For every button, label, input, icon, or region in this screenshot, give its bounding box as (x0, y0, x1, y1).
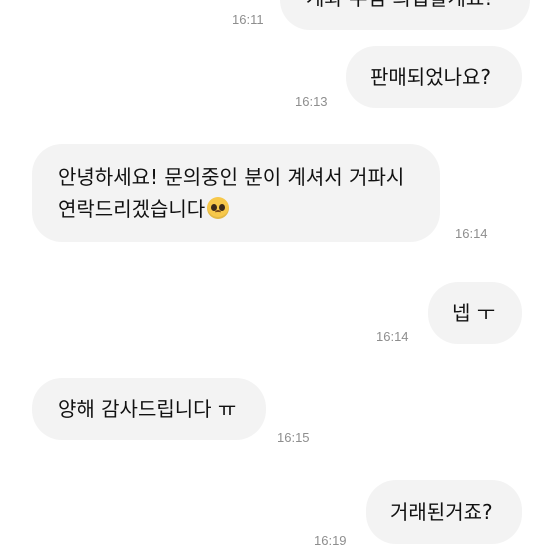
message-bubble-sent[interactable]: 판매되었나요? (346, 46, 522, 108)
message-text: 거래된거죠? (390, 500, 493, 524)
message-timestamp: 16:14 (376, 329, 409, 344)
message-text: 넵 ㅜ (452, 301, 496, 325)
message-text-line: 안녕하세요! 문의중인 분이 계셔서 거파시 (58, 165, 405, 189)
message-bubble-received[interactable]: 안녕하세요! 문의중인 분이 계셔서 거파시 연락드리겠습니다 (32, 144, 440, 242)
pleading-face-emoji (207, 197, 230, 219)
message-text: 판매되었나요? (370, 65, 492, 89)
message-timestamp: 16:13 (295, 94, 328, 109)
message-timestamp: 16:15 (277, 430, 310, 445)
message-bubble-sent[interactable]: 거래된거죠? (366, 480, 522, 544)
message-bubble-sent[interactable]: 계좌 주심 의입할게요! (280, 0, 530, 30)
message-text: 양해 감사드립니다 ㅠ (58, 397, 237, 421)
message-bubble-sent[interactable]: 넵 ㅜ (428, 282, 522, 344)
message-text: 계좌 주심 의입할게요! (306, 0, 492, 10)
message-timestamp: 16:11 (232, 12, 264, 27)
message-timestamp: 16:19 (314, 533, 347, 548)
message-bubble-received[interactable]: 양해 감사드립니다 ㅠ (32, 378, 266, 440)
message-text-line: 연락드리겠습니다 (58, 197, 206, 221)
message-timestamp: 16:14 (455, 226, 488, 241)
